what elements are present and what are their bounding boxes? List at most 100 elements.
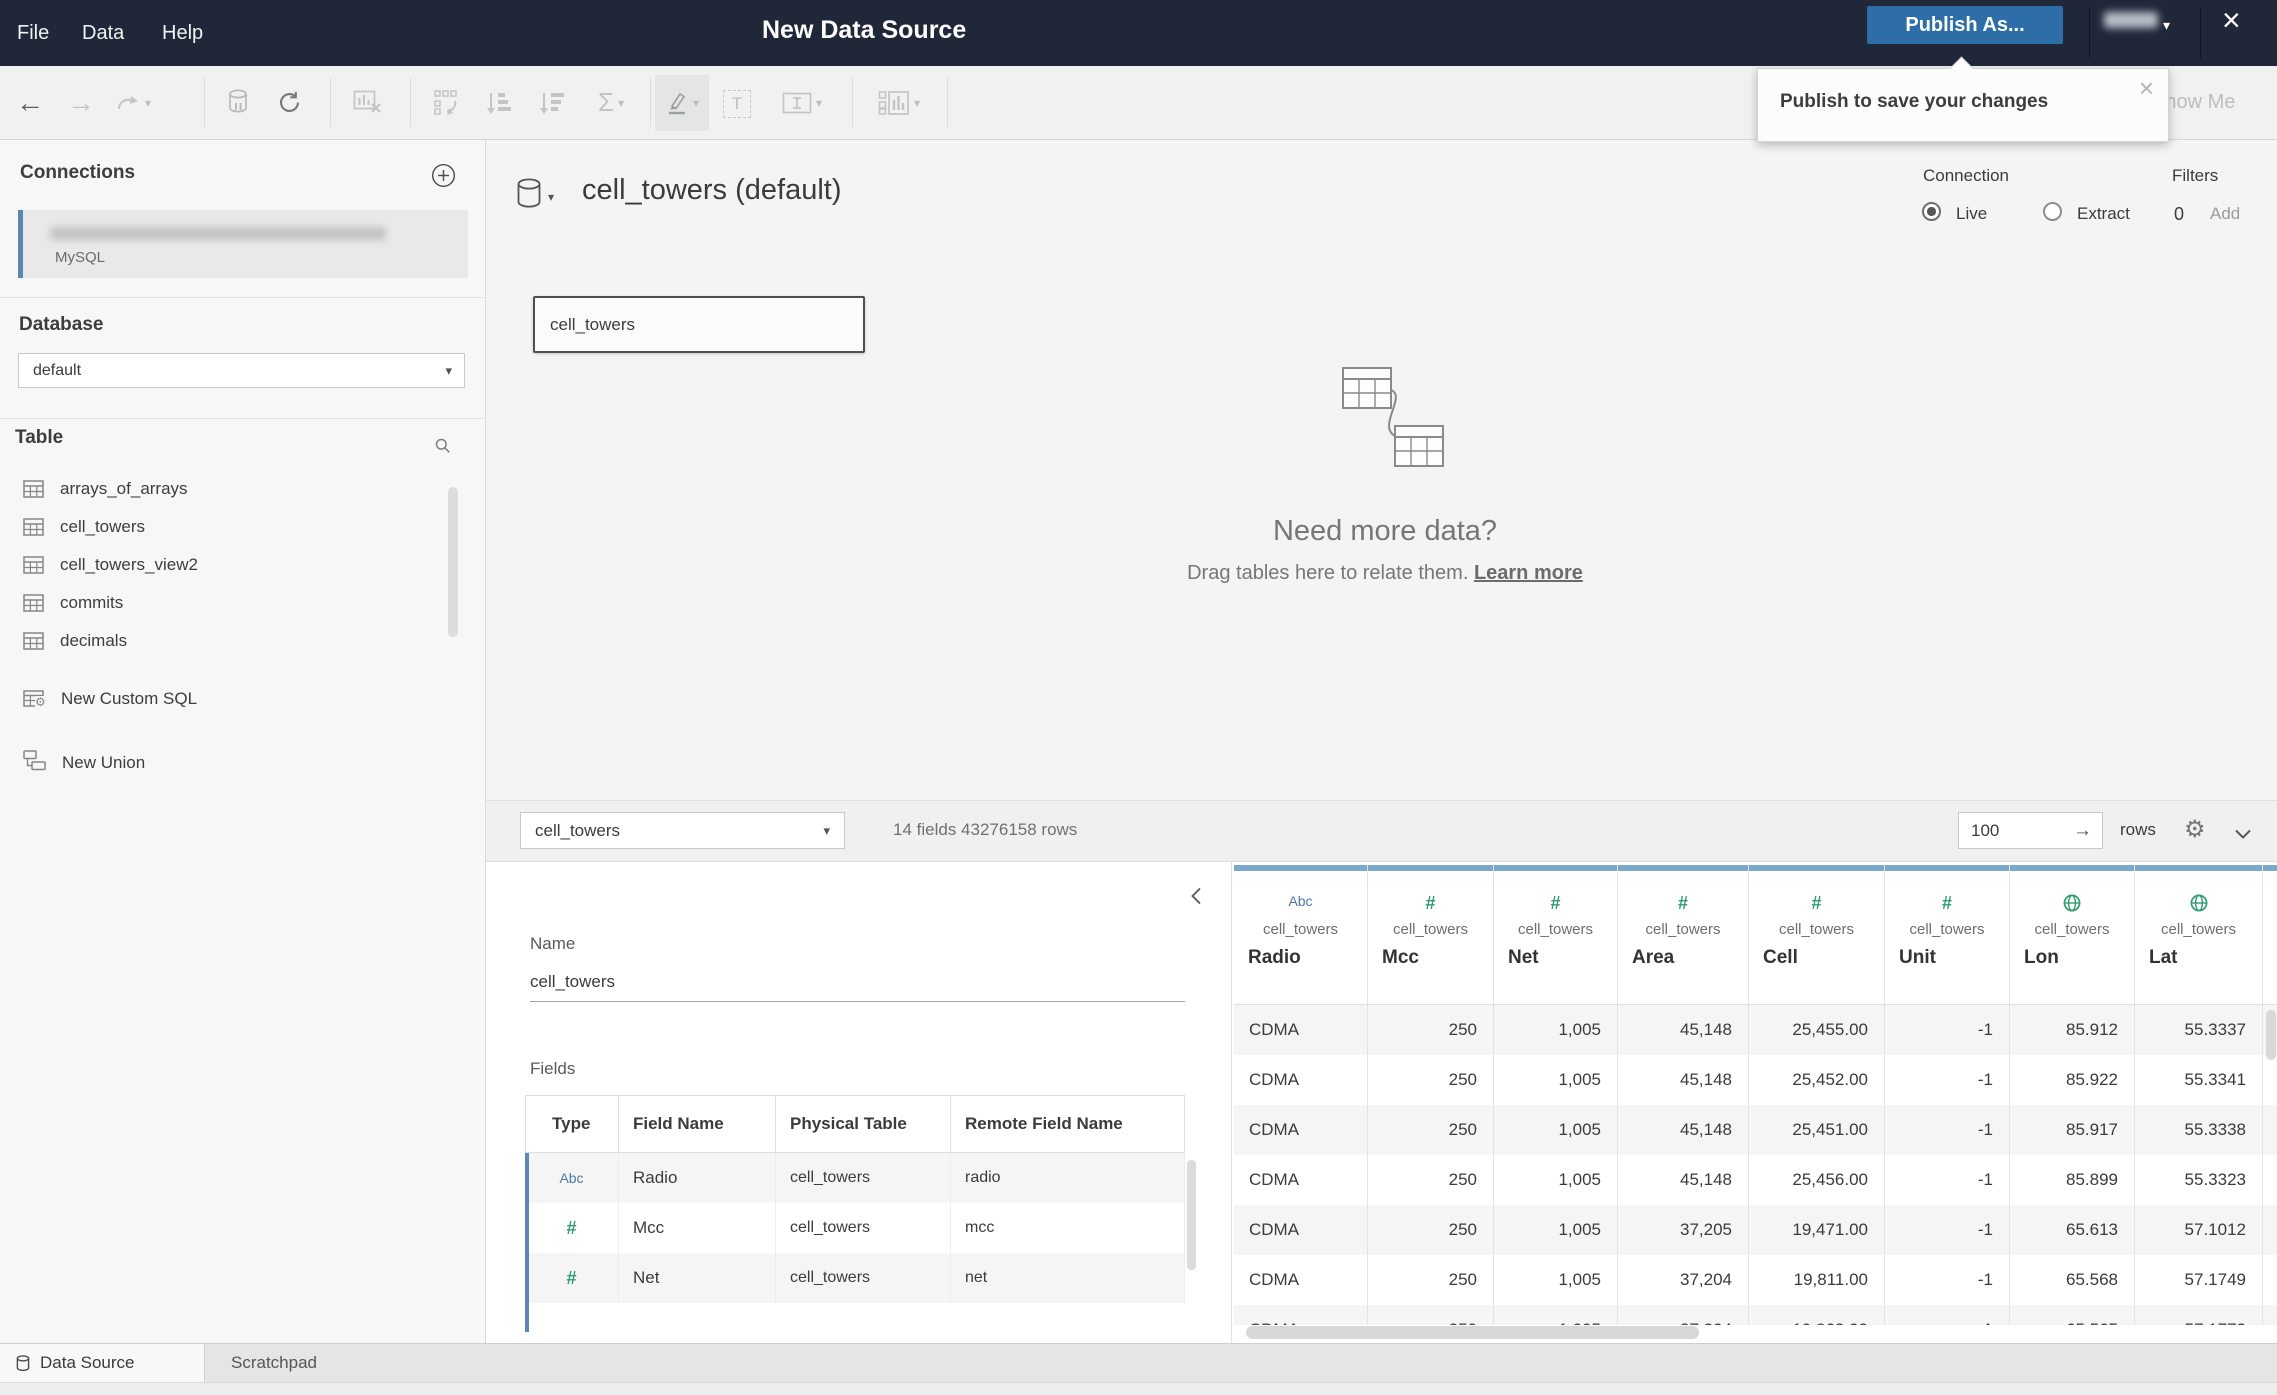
- grid-cell[interactable]: 19,811.00: [1749, 1255, 1885, 1305]
- preview-table-select[interactable]: cell_towers ▾: [520, 812, 845, 849]
- menu-help[interactable]: Help: [162, 0, 203, 66]
- filters-add-link[interactable]: Add: [2210, 204, 2240, 224]
- grid-cell[interactable]: 1,005: [1494, 1105, 1618, 1155]
- search-tables-button[interactable]: [435, 438, 451, 459]
- grid-cell[interactable]: -1: [1885, 1105, 2010, 1155]
- grid-cell[interactable]: -1: [1885, 1155, 2010, 1205]
- extract-label[interactable]: Extract: [2077, 204, 2130, 224]
- new-custom-sql-button[interactable]: ⚙ New Custom SQL: [0, 678, 440, 720]
- grid-cell[interactable]: 250: [1368, 1005, 1494, 1055]
- grid-cell[interactable]: 45,148: [1618, 1105, 1749, 1155]
- grid-cell[interactable]: 55.3323: [2135, 1155, 2263, 1205]
- tab-data-source[interactable]: Data Source: [0, 1344, 205, 1382]
- text-tool-icon[interactable]: T: [723, 90, 751, 118]
- grid-cell[interactable]: 25,451.00: [1749, 1105, 1885, 1155]
- grid-cell[interactable]: CDMA: [1234, 1255, 1368, 1305]
- apply-row-count-icon[interactable]: →: [2073, 820, 2092, 842]
- grid-cell[interactable]: 1,005: [1494, 1255, 1618, 1305]
- grid-cell[interactable]: 1,005: [1494, 1305, 1618, 1325]
- fit-selector[interactable]: ▾: [773, 66, 831, 139]
- grid-cell[interactable]: 25,452.00: [1749, 1055, 1885, 1105]
- field-row-net[interactable]: # Net cell_towers net: [525, 1253, 1185, 1303]
- grid-column-header-radio[interactable]: Abc cell_towers Radio: [1234, 865, 1368, 1005]
- sort-descending-icon[interactable]: [532, 66, 572, 139]
- grid-cell[interactable]: 65.565: [2010, 1305, 2135, 1325]
- add-connection-button[interactable]: [428, 158, 458, 192]
- grid-cell[interactable]: -1: [1885, 1055, 2010, 1105]
- datasource-title[interactable]: cell_towers (default): [582, 174, 842, 207]
- grid-cell[interactable]: 1,005: [1494, 1055, 1618, 1105]
- field-row-radio[interactable]: Abc Radio cell_towers radio: [525, 1153, 1185, 1203]
- grid-cell[interactable]: 55.3341: [2135, 1055, 2263, 1105]
- grid-column-header-net[interactable]: # cell_towers Net: [1494, 865, 1618, 1005]
- pause-auto-updates-icon[interactable]: [222, 66, 256, 139]
- grid-cell[interactable]: 250: [1368, 1055, 1494, 1105]
- grid-cell[interactable]: 19,863.00: [1749, 1305, 1885, 1325]
- grid-cell[interactable]: 25,455.00: [1749, 1005, 1885, 1055]
- grid-cell[interactable]: 37,204: [1618, 1305, 1749, 1325]
- sidebar-item-cell_towers[interactable]: cell_towers: [0, 508, 440, 546]
- cancel-query-icon[interactable]: [348, 66, 388, 139]
- user-menu-caret-icon[interactable]: ▾: [2163, 17, 2170, 34]
- sidebar-item-commits[interactable]: commits: [0, 584, 440, 622]
- redo-icon[interactable]: →: [66, 66, 96, 139]
- field-row-mcc[interactable]: # Mcc cell_towers mcc: [525, 1203, 1185, 1253]
- totals-icon[interactable]: Σ ▾: [585, 66, 637, 139]
- sidebar-scrollbar-thumb[interactable]: [448, 487, 458, 637]
- grid-cell[interactable]: 55.3337: [2135, 1005, 2263, 1055]
- menu-file[interactable]: File: [17, 0, 49, 66]
- grid-cell[interactable]: 19,471.00: [1749, 1205, 1885, 1255]
- sidebar-item-decimals[interactable]: decimals: [0, 622, 440, 660]
- tab-scratchpad[interactable]: Scratchpad: [205, 1344, 490, 1382]
- grid-cell[interactable]: CDMA: [1234, 1005, 1368, 1055]
- replay-icon[interactable]: ▾: [110, 66, 156, 139]
- grid-cell[interactable]: 57.1749: [2135, 1255, 2263, 1305]
- row-count-input[interactable]: 100 →: [1958, 812, 2103, 849]
- caret-down-icon[interactable]: ▾: [914, 96, 920, 110]
- new-union-button[interactable]: New Union: [0, 742, 440, 784]
- grid-cell[interactable]: -1: [1885, 1255, 2010, 1305]
- grid-cell[interactable]: 250: [1368, 1105, 1494, 1155]
- grid-cell[interactable]: 85.899: [2010, 1155, 2135, 1205]
- grid-cell[interactable]: 1,005: [1494, 1005, 1618, 1055]
- caret-down-icon[interactable]: ▾: [816, 96, 822, 110]
- grid-cell[interactable]: 250: [1368, 1155, 1494, 1205]
- grid-cell[interactable]: 57.1012: [2135, 1205, 2263, 1255]
- connection-item[interactable]: MySQL: [18, 210, 468, 278]
- grid-cell[interactable]: 250: [1368, 1305, 1494, 1325]
- grid-cell[interactable]: 85.912: [2010, 1005, 2135, 1055]
- fields-scrollbar-thumb[interactable]: [1187, 1160, 1196, 1270]
- grid-cell[interactable]: 1,005: [1494, 1205, 1618, 1255]
- grid-cell[interactable]: 57.1773: [2135, 1305, 2263, 1325]
- show-hide-cards[interactable]: ▾: [868, 66, 930, 139]
- grid-cell[interactable]: CDMA: [1234, 1155, 1368, 1205]
- table-name-input[interactable]: cell_towers: [530, 972, 615, 992]
- swap-rows-columns-icon[interactable]: [428, 66, 468, 139]
- highlight-tool[interactable]: ▾: [655, 75, 709, 131]
- window-close-icon[interactable]: ×: [2222, 2, 2241, 39]
- grid-cell[interactable]: 65.613: [2010, 1205, 2135, 1255]
- grid-horizontal-scrollbar-thumb[interactable]: [1246, 1326, 1699, 1339]
- grid-cell[interactable]: CDMA: [1234, 1205, 1368, 1255]
- grid-cell[interactable]: 65.568: [2010, 1255, 2135, 1305]
- grid-cell[interactable]: -1: [1885, 1305, 2010, 1325]
- grid-cell[interactable]: CDMA: [1234, 1055, 1368, 1105]
- grid-cell[interactable]: 45,148: [1618, 1055, 1749, 1105]
- live-label[interactable]: Live: [1956, 204, 1987, 224]
- grid-vertical-scrollbar-thumb[interactable]: [2266, 1010, 2276, 1060]
- grid-column-header-lat[interactable]: cell_towers Lat: [2135, 865, 2263, 1005]
- caret-down-icon[interactable]: ▾: [693, 96, 699, 110]
- refresh-icon[interactable]: [272, 66, 306, 139]
- grid-cell[interactable]: 250: [1368, 1255, 1494, 1305]
- grid-column-header-unit[interactable]: # cell_towers Unit: [1885, 865, 2010, 1005]
- grid-cell[interactable]: 37,204: [1618, 1255, 1749, 1305]
- grid-cell[interactable]: CDMA: [1234, 1105, 1368, 1155]
- caret-down-icon[interactable]: ▾: [618, 96, 624, 110]
- sidebar-item-arrays_of_arrays[interactable]: arrays_of_arrays: [0, 470, 440, 508]
- collapse-panel-button[interactable]: [1189, 886, 1203, 911]
- grid-cell[interactable]: CDMA: [1234, 1305, 1368, 1325]
- menu-data[interactable]: Data: [82, 0, 124, 66]
- grid-cell[interactable]: 45,148: [1618, 1005, 1749, 1055]
- caret-down-icon[interactable]: ▾: [145, 96, 151, 110]
- caret-down-icon[interactable]: ▾: [548, 190, 554, 204]
